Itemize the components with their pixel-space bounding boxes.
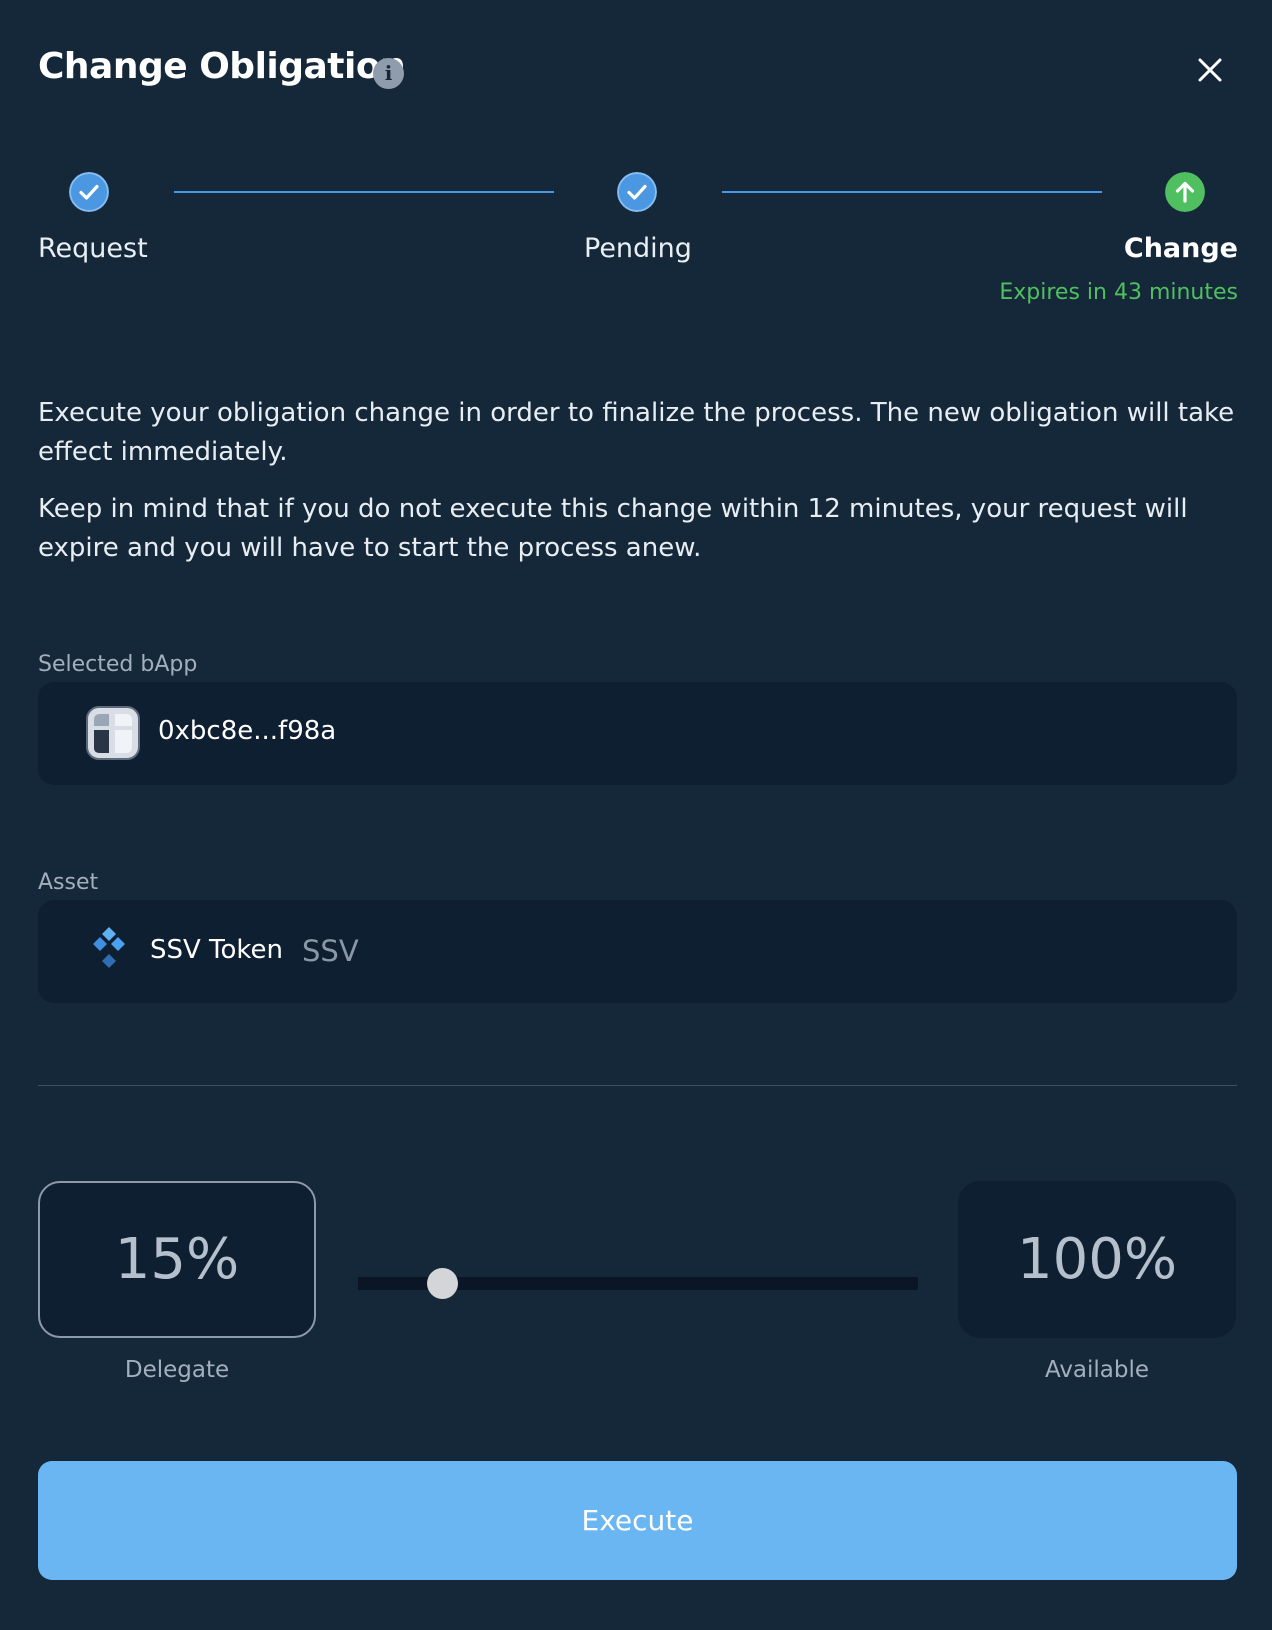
description-paragraph-2: Keep in mind that if you do not execute … bbox=[38, 494, 1188, 563]
ssv-token-icon bbox=[93, 927, 125, 968]
available-caption: Available bbox=[1044, 1357, 1150, 1383]
execute-button[interactable]: Execute bbox=[38, 1461, 1237, 1580]
asset-label: Asset bbox=[38, 870, 99, 895]
divider bbox=[38, 1085, 1237, 1086]
info-icon[interactable]: i bbox=[373, 58, 404, 89]
bapp-address: 0xbc8e...f98a bbox=[158, 716, 337, 746]
obligation-slider[interactable] bbox=[358, 1268, 918, 1299]
available-percentage: 100% bbox=[958, 1181, 1236, 1338]
expires-text: Expires in 43 minutes bbox=[999, 280, 1238, 305]
description-paragraph-1: Execute your obligation change in order … bbox=[38, 398, 1235, 467]
slider-thumb[interactable] bbox=[427, 1268, 458, 1299]
asset-name: SSV Token bbox=[150, 935, 284, 965]
step-label-change: Change bbox=[1123, 233, 1238, 264]
check-circle-icon bbox=[617, 172, 657, 212]
change-obligation-modal: Change Obligation i Request Pending Chan… bbox=[0, 0, 1272, 1630]
step-connector-2 bbox=[722, 191, 1102, 193]
bapp-field: 0xbc8e...f98a bbox=[38, 682, 1237, 785]
arrow-up-circle-icon bbox=[1165, 172, 1205, 212]
bapp-logo-icon bbox=[86, 706, 140, 760]
asset-field: SSV Token SSV bbox=[38, 900, 1237, 1003]
step-connector-1 bbox=[174, 191, 554, 193]
bapp-label: Selected bApp bbox=[38, 652, 198, 677]
check-circle-icon bbox=[69, 172, 109, 212]
asset-symbol: SSV bbox=[302, 934, 359, 968]
delegate-percentage-input[interactable]: 15% bbox=[38, 1181, 316, 1338]
close-icon[interactable] bbox=[1192, 52, 1228, 88]
delegate-caption: Delegate bbox=[124, 1357, 230, 1383]
modal-title: Change Obligation bbox=[38, 46, 406, 87]
step-label-pending: Pending bbox=[584, 233, 692, 264]
step-label-request: Request bbox=[38, 233, 148, 264]
